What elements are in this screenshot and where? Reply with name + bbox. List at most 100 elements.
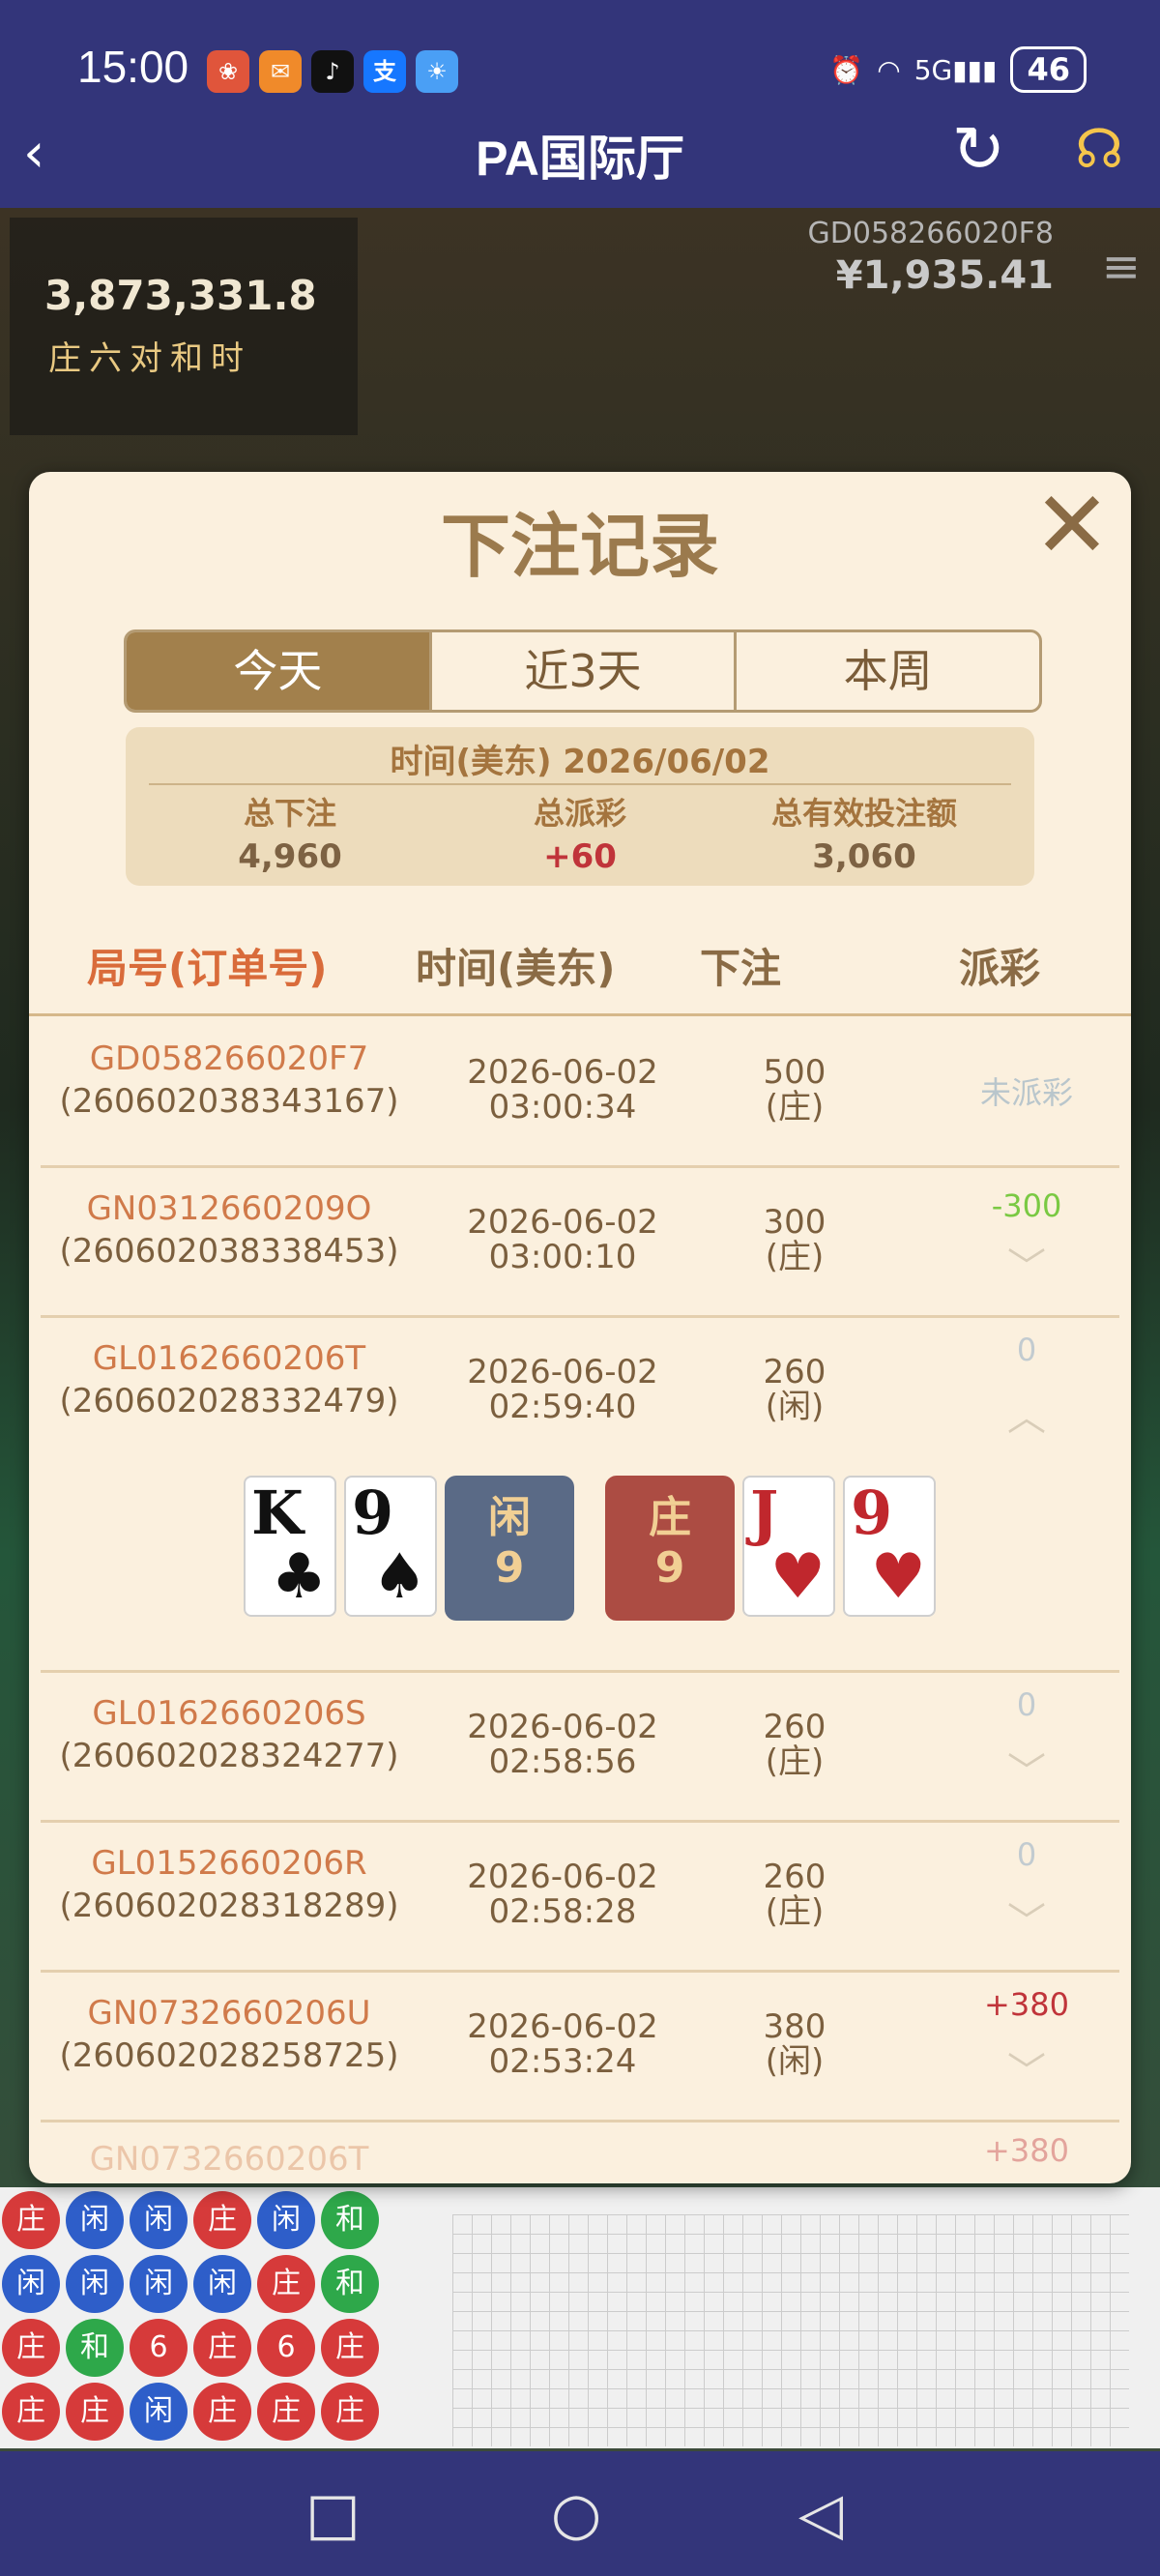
bet-cell: 260 (庄)	[698, 1859, 891, 1929]
bet-time: 02:58:56	[488, 1742, 637, 1781]
signal-icon: 5G▮▮▮	[914, 53, 998, 86]
weather-icon: ☀	[416, 50, 458, 93]
tab-last-3-days[interactable]: 近3天	[432, 632, 738, 710]
bet-date: 2026-06-02	[467, 2007, 658, 2046]
payout-value: +380	[984, 1986, 1069, 2023]
heart-icon: ♥	[870, 1541, 926, 1613]
club-icon: ♣	[271, 1541, 327, 1613]
order-number: (260602028258725)	[59, 2036, 399, 2075]
clock: 15:00	[77, 42, 189, 92]
system-nav-bar: □ ○ ◁	[0, 2451, 1160, 2576]
order-cell: GN0732660206U (260602028258725)	[41, 1992, 418, 2077]
tab-this-week[interactable]: 本周	[737, 632, 1039, 710]
live-stats-panel: 3,873,331.8 庄六对和时	[10, 218, 358, 435]
summary-panel: 时间(美东) 2026/06/02 总下注 4,960 总派彩 +60 总有效投…	[126, 727, 1034, 886]
total-bet: 总下注 4,960	[145, 789, 435, 876]
order-cell: GL0162660206T (260602028332479)	[41, 1337, 418, 1422]
table-row[interactable]: GN0732660206U (260602028258725) 2026-06-…	[41, 1973, 1119, 2122]
recents-icon[interactable]: □	[305, 2480, 361, 2548]
road-bead: 6	[257, 2319, 315, 2377]
total-valid-label: 总有效投注额	[770, 795, 957, 832]
total-bet-value: 4,960	[238, 837, 342, 876]
summary-divider	[149, 783, 1011, 785]
road-bead: 庄	[66, 2383, 124, 2441]
table-row-partial[interactable]: GN0732660206T +380	[41, 2122, 1119, 2183]
round-id: GD058266020F8	[807, 217, 1054, 250]
bet-time: 02:53:24	[488, 2042, 637, 2081]
chevron-down-icon[interactable]: ﹀	[940, 1236, 1114, 1292]
table-row[interactable]: GN0312660209O (260602038338453) 2026-06-…	[41, 1168, 1119, 1318]
menu-icon[interactable]: ≡	[1102, 240, 1141, 294]
chevron-down-icon[interactable]: ﹀	[940, 1741, 1114, 1797]
battery-indicator: 46	[1010, 46, 1087, 93]
app-header: ‹ PA国际厅 ↻ ☊	[0, 97, 1160, 208]
bet-side: (庄)	[765, 1088, 825, 1127]
home-icon[interactable]: ○	[551, 2480, 601, 2548]
tiktok-icon: ♪	[311, 50, 354, 93]
notification-icons: ❀ ✉ ♪ 支 ☀	[207, 50, 458, 93]
road-bead: 庄	[257, 2383, 315, 2441]
bet-cell: 380 (闲)	[698, 2009, 891, 2079]
banker-card: J ♥	[742, 1476, 835, 1617]
total-valid: 总有效投注额 3,060	[719, 789, 1009, 876]
chevron-down-icon[interactable]: ﹀	[940, 1890, 1114, 1947]
road-bead: 和	[66, 2319, 124, 2377]
player-card: K ♣	[244, 1476, 336, 1617]
bet-cell: 300 (庄)	[698, 1205, 891, 1274]
bet-sides-label: 庄六对和时	[48, 339, 251, 378]
back-nav-icon[interactable]: ◁	[798, 2480, 843, 2548]
time-cell: 2026-06-02 02:58:28	[418, 1859, 708, 1929]
bet-amount: 300	[763, 1203, 826, 1242]
bet-cell: 260 (庄)	[698, 1710, 891, 1779]
road-bead: 闲	[130, 2383, 188, 2441]
bet-time: 03:00:10	[488, 1238, 637, 1276]
total-payout-label: 总派彩	[533, 795, 626, 832]
chevron-down-icon[interactable]: ﹀	[940, 2040, 1114, 2096]
big-road-grid	[452, 2214, 1129, 2446]
customer-service-icon[interactable]: ☊	[1075, 118, 1123, 181]
bet-amount: 380	[763, 2007, 826, 2046]
payout-value: 未派彩	[979, 1074, 1073, 1111]
bet-amount: 500	[763, 1053, 826, 1092]
player-score-tile: 闲 9	[445, 1476, 574, 1621]
bet-amount: 260	[763, 1858, 826, 1896]
road-bead: 和	[321, 2255, 379, 2313]
bet-date: 2026-06-02	[467, 1203, 658, 1242]
table-row[interactable]: GL0162660206S (260602028324277) 2026-06-…	[41, 1673, 1119, 1823]
column-header-payout: 派彩	[959, 945, 1041, 992]
game-id: GL0162660206T	[92, 1339, 366, 1378]
spade-icon: ♠	[371, 1541, 427, 1613]
bet-side: (庄)	[765, 1238, 825, 1276]
bet-side: (闲)	[765, 2042, 825, 2081]
wifi-icon: ◠	[877, 53, 901, 86]
chevron-up-icon[interactable]: ︿	[940, 1386, 1114, 1442]
app-notification-icon: ❀	[207, 50, 249, 93]
live-value: 3,873,331.8	[44, 272, 317, 319]
game-id: GL0152660206R	[91, 1844, 367, 1883]
system-icons: ⏰ ◠ 5G▮▮▮ 46	[829, 46, 1087, 93]
tab-today[interactable]: 今天	[127, 632, 432, 710]
total-valid-value: 3,060	[812, 837, 916, 876]
bet-side: (庄)	[765, 1892, 825, 1931]
bet-side: (庄)	[765, 1742, 825, 1781]
table-row[interactable]: GL0152660206R (260602028318289) 2026-06-…	[41, 1823, 1119, 1973]
payout-value: 0	[1016, 1836, 1037, 1873]
order-cell: GL0162660206S (260602028324277)	[41, 1692, 418, 1777]
date-range-tabs: 今天 近3天 本周	[124, 629, 1042, 713]
refresh-icon[interactable]: ↻	[952, 112, 1005, 187]
close-icon[interactable]: ✕	[1029, 479, 1116, 571]
road-bead: 庄	[321, 2383, 379, 2441]
game-id: GL0162660206S	[92, 1694, 366, 1733]
road-bead: 庄	[2, 2191, 60, 2249]
player-label: 闲	[488, 1493, 531, 1542]
road-bead: 闲	[257, 2191, 315, 2249]
round-result: K ♣ 9 ♠ 闲 9 庄 9 J ♥ 9 ♥	[244, 1476, 936, 1621]
player-score: 9	[494, 1543, 525, 1593]
payout-value: 0	[1016, 1686, 1037, 1723]
heart-icon: ♥	[769, 1541, 826, 1613]
table-row[interactable]: GD058266020F7 (260602038343167) 2026-06-…	[41, 1016, 1119, 1168]
game-id: GN0732660206U	[87, 1994, 371, 2033]
bet-cell: 500 (庄)	[698, 1055, 891, 1125]
road-bead: 闲	[66, 2191, 124, 2249]
summary-date: 时间(美东) 2026/06/02	[390, 743, 770, 781]
